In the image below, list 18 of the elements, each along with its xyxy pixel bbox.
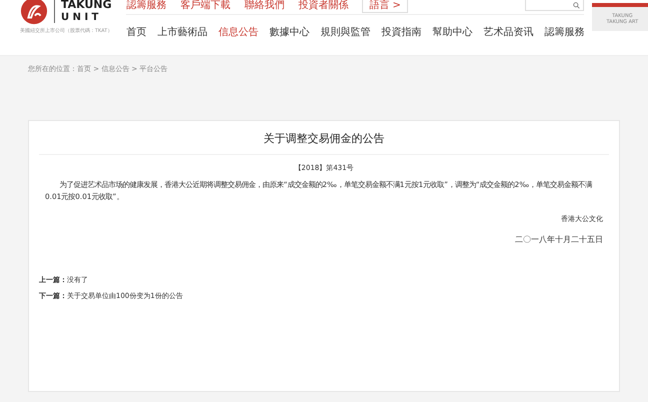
article-title: 关于调整交易佣金的公告 — [262, 131, 386, 146]
search-icon — [573, 2, 580, 8]
logo-subtitle: U N I T — [61, 12, 100, 23]
top-link[interactable]: 聯絡我們 — [244, 0, 284, 12]
nav-tab[interactable]: 認籌服務 — [544, 25, 584, 39]
nav-tab[interactable]: 數據中心 — [269, 25, 310, 39]
article-date: 二〇一八年十月二十五日 — [514, 234, 604, 245]
logo-name: TAKUNG — [61, 0, 112, 12]
nav-tab[interactable]: 上市藝術品 — [157, 25, 208, 39]
nav-tab[interactable]: 艺术品资讯 — [483, 25, 534, 39]
nav-tab[interactable]: 投資指南 — [381, 25, 422, 39]
nav-tab[interactable]: 幫助中心 — [432, 25, 472, 39]
nav-tab[interactable]: 首页 — [126, 25, 146, 39]
top-link[interactable]: 投資者關係 — [298, 0, 348, 12]
top-link[interactable]: 認籌服務 — [126, 0, 166, 12]
nav-tab[interactable]: 規則與監管 — [320, 25, 370, 39]
search-field[interactable] — [525, 0, 584, 11]
nav-tab[interactable]: 信息公告 — [218, 25, 258, 39]
